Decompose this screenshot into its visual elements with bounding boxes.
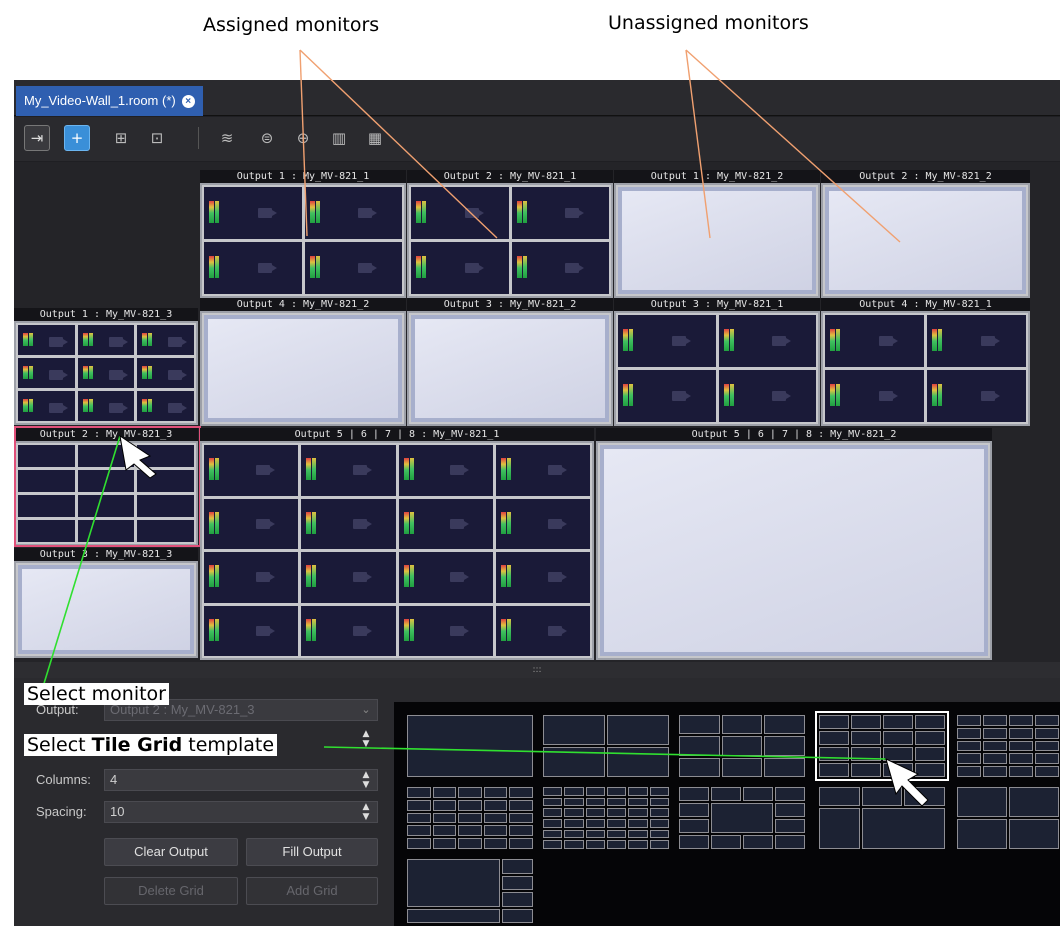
monitor-title: Output 3 : My_MV-821_2 <box>407 298 613 311</box>
callout-prefix: Select <box>27 734 92 756</box>
monitor-title: Output 1 : My_MV-821_3 <box>14 308 198 321</box>
tab-label: My_Video-Wall_1.room (*) <box>24 93 176 108</box>
clear-output-button[interactable]: Clear Output <box>104 838 238 866</box>
toolbar: ⇥ + ⊞ ⊡ ≋ ⊜ ⊕ ▥ ▦ <box>14 117 1060 161</box>
chevron-down-icon[interactable]: ⌄ <box>356 699 376 721</box>
monitor-title: Output 5 | 6 | 7 | 8 : My_MV-821_1 <box>200 428 594 441</box>
unassigned-screen <box>18 565 194 654</box>
exit-icon[interactable]: ⇥ <box>24 125 50 151</box>
monitor-output5-mv2[interactable]: Output 5 | 6 | 7 | 8 : My_MV-821_2 <box>596 428 992 660</box>
template-2x2[interactable] <box>542 714 670 778</box>
stepper-icon[interactable]: ▲ ▼ <box>356 728 376 750</box>
tab-bar: My_Video-Wall_1.room (*) × <box>14 80 1060 116</box>
monitor-title: Output 1 : My_MV-821_2 <box>614 170 820 183</box>
tab-room-file[interactable]: My_Video-Wall_1.room (*) × <box>16 86 203 116</box>
spacing-stepper-icon[interactable]: ▲ ▼ <box>356 801 376 823</box>
spacing-field[interactable]: 10 <box>104 801 378 823</box>
columns-stepper-icon[interactable]: ▲ ▼ <box>356 769 376 791</box>
monitor-output3-mv2[interactable]: Output 3 : My_MV-821_2 <box>407 298 613 426</box>
unassigned-screen <box>600 445 988 656</box>
monitor-output4-mv2[interactable]: Output 4 : My_MV-821_2 <box>200 298 406 426</box>
template-gallery <box>394 702 1060 926</box>
monitor-title: Output 3 : My_MV-821_3 <box>14 548 198 561</box>
template-3x3[interactable] <box>678 714 806 778</box>
monitor-title: Output 2 : My_MV-821_2 <box>821 170 1030 183</box>
select-monitor-callout: Select monitor <box>24 683 169 705</box>
monitor-output4-mv1[interactable]: Output 4 : My_MV-821_1 <box>821 298 1030 426</box>
unassigned-screen <box>204 315 402 422</box>
close-icon[interactable]: × <box>181 94 195 108</box>
monitor-title: Output 1 : My_MV-821_1 <box>200 170 406 183</box>
spacing-label: Spacing: <box>36 804 87 819</box>
monitor-output3-mv1[interactable]: Output 3 : My_MV-821_1 <box>614 298 820 426</box>
monitor-title: Output 4 : My_MV-821_2 <box>200 298 406 311</box>
template-tile-grid-4x4[interactable] <box>815 711 949 781</box>
monitor-output5-mv1[interactable]: Output 5 | 6 | 7 | 8 : My_MV-821_1 <box>200 428 594 660</box>
columns-label: Columns: <box>36 772 91 787</box>
grip-icon: ::: <box>532 665 542 675</box>
monitor-title: Output 5 | 6 | 7 | 8 : My_MV-821_2 <box>596 428 992 441</box>
add-monitor-icon[interactable]: + <box>64 125 90 151</box>
monitor-output3-mv3[interactable]: Output 3 : My_MV-821_3 <box>14 548 198 658</box>
delete-icon[interactable]: ▥ <box>326 125 352 151</box>
panel-resize-handle[interactable]: ::: <box>14 662 1060 678</box>
template-single[interactable] <box>406 714 534 778</box>
select-tile-grid-callout: Select Tile Grid template <box>24 734 278 756</box>
grid-icon[interactable]: ⊡ <box>144 125 170 151</box>
assigned-monitors-label: Assigned monitors <box>203 14 380 36</box>
unassigned-screen <box>618 187 816 294</box>
fill-output-button[interactable]: Fill Output <box>246 838 378 866</box>
link-icon[interactable]: ⊞ <box>108 125 134 151</box>
tiles-icon[interactable]: ▦ <box>362 125 388 151</box>
monitor-output2-mv2[interactable]: Output 2 : My_MV-821_2 <box>821 170 1030 298</box>
template-5x5-dense[interactable] <box>406 786 534 850</box>
monitor-title: Output 4 : My_MV-821_1 <box>821 298 1030 311</box>
unassigned-screen <box>411 315 609 422</box>
monitor-title: Output 2 : My_MV-821_1 <box>407 170 613 183</box>
template-6x6[interactable] <box>542 786 670 850</box>
unassigned-monitors-label: Unassigned monitors <box>608 12 809 34</box>
delete-grid-button[interactable]: Delete Grid <box>104 877 238 905</box>
grid-settings-panel: Output: Output 2 : My_MV-821_3 ⌄ ▲ ▼ Colu… <box>14 678 1060 926</box>
layer-remove-icon[interactable]: ⊜ <box>254 125 280 151</box>
selected-monitor-highlight <box>14 426 201 547</box>
app-window: My_Video-Wall_1.room (*) × ⇥ + ⊞ ⊡ ≋ ⊜ ⊕… <box>14 80 1060 926</box>
unassigned-screen <box>825 187 1026 294</box>
callout-bold: Tile Grid <box>91 734 183 756</box>
add-grid-button[interactable]: Add Grid <box>246 877 378 905</box>
monitor-output2-mv1[interactable]: Output 2 : My_MV-821_1 <box>407 170 613 298</box>
template-top-strip[interactable] <box>818 786 946 850</box>
template-5x5[interactable] <box>956 714 1060 778</box>
layers-icon[interactable]: ≋ <box>214 125 240 151</box>
monitor-output1-mv3[interactable]: Output 1 : My_MV-821_3 <box>14 308 198 425</box>
columns-field[interactable]: 4 <box>104 769 378 791</box>
template-partial[interactable] <box>956 786 1060 850</box>
monitor-title: Output 3 : My_MV-821_1 <box>614 298 820 311</box>
monitor-output1-mv2[interactable]: Output 1 : My_MV-821_2 <box>614 170 820 298</box>
callout-suffix: template <box>182 734 275 756</box>
template-main-side[interactable] <box>406 858 534 924</box>
template-center-large[interactable] <box>678 786 806 850</box>
video-wall-canvas: Output 1 : My_MV-821_1 Output 2 : My_MV-… <box>14 162 1060 662</box>
monitor-output1-mv1[interactable]: Output 1 : My_MV-821_1 <box>200 170 406 298</box>
add-layer-icon[interactable]: ⊕ <box>290 125 316 151</box>
